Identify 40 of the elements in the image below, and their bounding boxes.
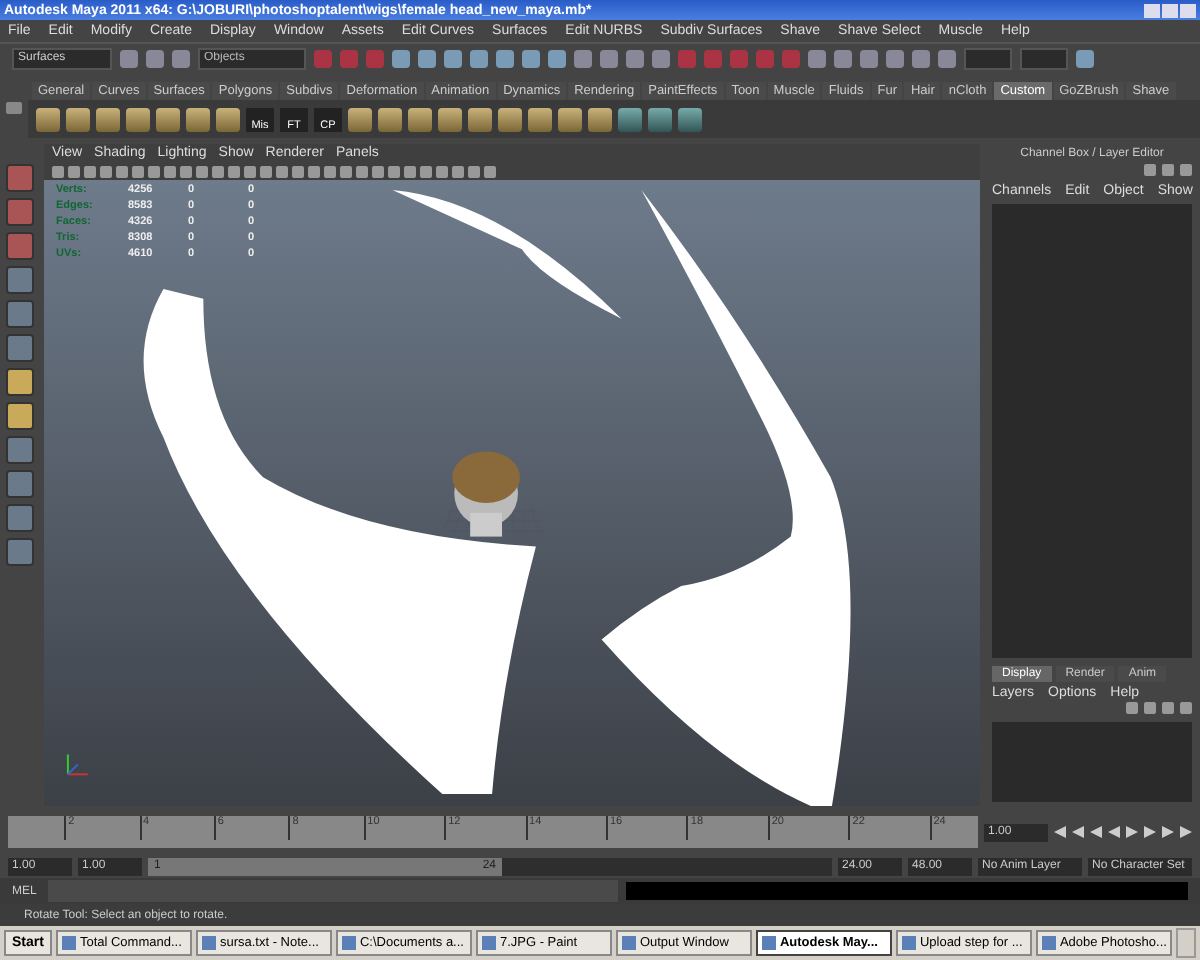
shelf-tool-icon[interactable] bbox=[588, 107, 612, 131]
shelf-tool-icon[interactable] bbox=[348, 107, 372, 131]
shelf-tool-icon[interactable] bbox=[438, 107, 462, 131]
tool-icon[interactable] bbox=[6, 538, 34, 566]
shelf-tool-icon[interactable] bbox=[156, 107, 180, 131]
tool-icon[interactable] bbox=[6, 300, 34, 328]
shelf-tool-icon[interactable] bbox=[378, 107, 402, 131]
tool-icon[interactable] bbox=[6, 164, 34, 192]
minimize-button[interactable] bbox=[1144, 3, 1160, 17]
tool-icon[interactable] bbox=[6, 232, 34, 260]
tool-icon[interactable] bbox=[6, 504, 34, 532]
input-field[interactable] bbox=[1020, 47, 1068, 69]
shelf-tool-icon[interactable] bbox=[558, 107, 582, 131]
input-field[interactable] bbox=[964, 47, 1012, 69]
head-model-drawing bbox=[452, 451, 520, 537]
shelf-tool-icon[interactable] bbox=[618, 107, 642, 131]
shelf-tool-icon[interactable] bbox=[66, 107, 90, 131]
shelf-tool-icon[interactable] bbox=[36, 107, 60, 131]
system-tray bbox=[1175, 928, 1196, 958]
shelf-handle-icon[interactable] bbox=[6, 102, 22, 114]
tool-icon[interactable] bbox=[6, 368, 34, 396]
tool-icon[interactable] bbox=[6, 334, 34, 362]
shelf-tool-icon[interactable] bbox=[528, 107, 552, 131]
shelf-tool-icon[interactable] bbox=[678, 107, 702, 131]
shelf-tool-icon[interactable] bbox=[96, 107, 120, 131]
maximize-button[interactable] bbox=[1162, 3, 1178, 17]
shelf-tool-icon[interactable] bbox=[468, 107, 492, 131]
close-button[interactable] bbox=[1180, 3, 1196, 17]
axis-indicator-icon bbox=[66, 753, 89, 776]
tool-icon[interactable] bbox=[6, 470, 34, 498]
shelf-tool-icon[interactable] bbox=[648, 107, 672, 131]
tool-icon[interactable] bbox=[6, 402, 34, 430]
shelf-tool-icon[interactable] bbox=[186, 107, 210, 131]
shelf-tool-icon[interactable] bbox=[216, 107, 240, 131]
tool-icon[interactable] bbox=[6, 436, 34, 464]
tool-icon[interactable] bbox=[6, 198, 34, 226]
shelf-tool-icon[interactable] bbox=[126, 107, 150, 131]
shelf-tool-icon[interactable] bbox=[408, 107, 432, 131]
shelf-tool-icon[interactable] bbox=[498, 107, 522, 131]
tool-icon[interactable] bbox=[6, 266, 34, 294]
